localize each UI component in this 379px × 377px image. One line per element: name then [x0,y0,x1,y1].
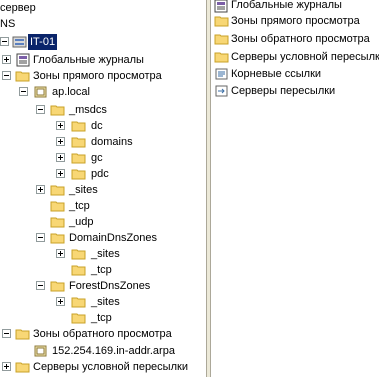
tree-item-label: _tcp [91,264,112,276]
collapse-icon[interactable] [36,233,45,242]
folder-icon [50,201,65,212]
folder-icon [71,297,86,308]
expand-icon[interactable] [2,362,11,371]
tree-item-label: Серверы условной пересылки [33,361,188,373]
tree-item-label: _sites [91,248,120,260]
folder-icon [71,265,86,276]
tree-item-label: DomainDnsZones [69,232,158,244]
dns-manager-window: сервер NS IT-01 Глобальные журналы Зоны … [0,0,379,377]
tree-item-label: _sites [69,184,98,196]
tree-item-label: IT-01 [28,34,58,50]
expand-icon[interactable] [56,169,65,178]
tree-item-label: NS [0,18,16,30]
tree-item-label: 152.254.169.in-addr.arpa [52,345,175,357]
expand-icon[interactable] [56,153,65,162]
folder-icon [50,281,65,292]
folder-icon [71,169,86,180]
folder-icon [15,362,30,373]
list-item-label: Серверы пересылки [231,85,336,97]
folder-icon [50,185,65,196]
expand-icon[interactable] [56,297,65,306]
list-item-label: Зоны обратного просмотра [231,33,370,45]
list-item-label: Серверы условной пересылки [231,51,379,63]
folder-icon [214,34,229,45]
server-icon [12,36,27,48]
console-tree[interactable]: сервер NS IT-01 Глобальные журналы Зоны … [0,0,206,377]
expand-icon[interactable] [56,121,65,130]
list-item-label: Зоны прямого просмотра [231,15,360,27]
folder-icon [71,137,86,148]
folder-icon [71,249,86,260]
collapse-icon[interactable] [0,37,9,46]
folder-icon [214,16,229,27]
expand-icon[interactable] [2,55,11,64]
log-icon [16,53,30,67]
folder-icon [15,71,30,82]
list-item-label: Корневые ссылки [231,68,322,80]
folder-icon [50,105,65,116]
expand-icon[interactable] [56,249,65,258]
collapse-icon[interactable] [36,281,45,290]
collapse-icon[interactable] [2,329,11,338]
collapse-icon[interactable] [36,105,45,114]
folder-icon [71,313,86,324]
folder-icon [214,52,229,63]
zone-icon [34,345,47,357]
expand-icon[interactable] [56,137,65,146]
collapse-icon[interactable] [19,87,28,96]
tree-item-label: pdc [91,168,109,180]
tree-item-label: _msdcs [69,104,107,116]
log-icon [214,0,228,13]
tree-item-label: _tcp [69,200,90,212]
folder-icon [71,153,86,164]
tree-item-label: Глобальные журналы [33,54,144,66]
tree-item-label: domains [91,136,133,148]
details-list[interactable]: Глобальные журналы Зоны прямого просмотр… [211,0,379,377]
tree-item-label: dc [91,120,103,132]
tree-item-label: ForestDnsZones [69,280,151,292]
folder-icon [50,233,65,244]
expand-icon[interactable] [36,185,45,194]
tree-item-label: _udp [69,216,94,228]
zone-icon [34,86,47,98]
forwarders-icon [215,85,228,97]
collapse-icon[interactable] [2,71,11,80]
tree-item-label: Зоны прямого просмотра [33,70,162,82]
tree-item-label: сервер [0,2,36,14]
folder-icon [71,121,86,132]
tree-item-label: gc [91,152,103,164]
tree-item-label: _sites [91,296,120,308]
tree-item-label: _tcp [91,312,112,324]
folder-icon [50,217,65,228]
root-hints-icon [215,68,228,80]
folder-icon [15,329,30,340]
tree-item-label: Зоны обратного просмотра [33,328,172,340]
tree-item-label: ap.local [52,86,90,98]
